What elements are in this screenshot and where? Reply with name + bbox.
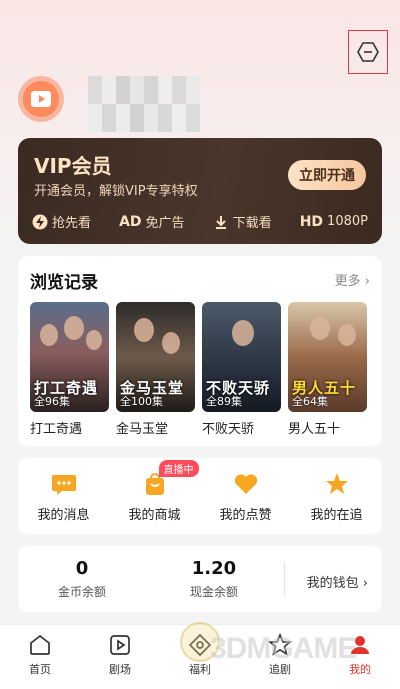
shortcut-label: 我的在追 <box>310 508 363 523</box>
perk-early-watch: 抢先看 <box>32 212 91 231</box>
perk-label: 免广告 <box>145 216 185 231</box>
shortcut-label: 我的商城 <box>128 508 181 523</box>
hexagon-settings-icon <box>357 42 379 62</box>
shortcuts-row: 我的消息 直播中 我的商城 我的点赞 我的在追 <box>18 460 382 523</box>
tab-home[interactable]: 首页 <box>10 633 70 689</box>
perk-label: 下载看 <box>232 216 272 231</box>
hd-tag-icon: HD <box>299 213 324 230</box>
coins-balance[interactable]: 0 金币余额 <box>22 558 142 600</box>
play-icon <box>110 635 130 655</box>
tab-label: 追剧 <box>269 663 291 676</box>
poster-image: 金马玉堂 全100集 <box>116 302 195 412</box>
history-item-name: 不败天骄 <box>202 422 255 437</box>
divider <box>284 562 285 596</box>
ad-tag-icon: AD <box>119 213 142 230</box>
tab-label: 首页 <box>29 663 51 676</box>
poster-image: 打工奇遇 全96集 <box>30 302 109 412</box>
tab-mine[interactable]: 我的 <box>330 633 390 689</box>
shortcut-following[interactable]: 我的在追 <box>297 470 377 523</box>
vip-title: VIP会员 <box>34 154 112 178</box>
live-badge: 直播中 <box>158 460 199 477</box>
watermark-logo <box>180 622 220 662</box>
settings-button[interactable] <box>348 30 388 74</box>
vip-subtitle: 开通会员，解锁VIP专享特权 <box>34 184 198 199</box>
tab-theater[interactable]: 剧场 <box>90 633 150 689</box>
cash-label: 现金余额 <box>189 585 238 599</box>
username-pixelated <box>88 76 200 132</box>
home-icon <box>30 634 50 655</box>
star-icon <box>325 473 348 494</box>
shortcut-likes[interactable]: 我的点赞 <box>206 470 286 523</box>
more-label: 更多 <box>334 274 361 289</box>
perk-no-ads: AD 免广告 <box>119 212 185 232</box>
episode-count: 全89集 <box>206 395 242 408</box>
history-card: 浏览记录 更多 › 打工奇遇 全96集 打工奇遇 金马玉堂 全100集 金马玉堂 <box>18 256 382 446</box>
vip-card[interactable]: VIP会员 开通会员，解锁VIP专享特权 立即开通 抢先看 AD 免广告 下载看… <box>18 138 382 244</box>
history-item[interactable]: 不败天骄 全89集 不败天骄 <box>202 302 281 437</box>
wallet-card: 0 金币余额 1.20 现金余额 我的钱包 › <box>18 546 382 612</box>
history-item[interactable]: 金马玉堂 全100集 金马玉堂 <box>116 302 195 437</box>
cash-value: 1.20 <box>191 558 237 579</box>
history-item-name: 男人五十 <box>288 422 341 437</box>
chevron-right-icon: › <box>362 576 368 591</box>
poster-image: 男人五十 全64集 <box>288 302 367 412</box>
my-wallet-link[interactable]: 我的钱包 › <box>307 572 368 591</box>
history-item[interactable]: 男人五十 全64集 男人五十 <box>288 302 367 437</box>
history-more-link[interactable]: 更多 › <box>335 270 370 289</box>
shortcut-label: 我的点赞 <box>219 508 272 523</box>
episode-count: 全100集 <box>120 395 163 408</box>
message-icon <box>51 475 76 495</box>
history-list: 打工奇遇 全96集 打工奇遇 金马玉堂 全100集 金马玉堂 不败天骄 全89集… <box>30 302 367 437</box>
episode-count: 全64集 <box>292 395 328 408</box>
perk-label: 抢先看 <box>52 216 92 231</box>
episode-count: 全96集 <box>34 395 70 408</box>
history-item-name: 打工奇遇 <box>30 422 83 437</box>
perk-download: 下载看 <box>213 212 272 231</box>
coins-label: 金币余额 <box>57 585 106 599</box>
avatar[interactable] <box>18 76 64 122</box>
tab-label: 福利 <box>189 663 211 676</box>
poster-image: 不败天骄 全89集 <box>202 302 281 412</box>
shortcut-label: 我的消息 <box>37 508 90 523</box>
cash-balance[interactable]: 1.20 现金余额 <box>154 558 274 600</box>
perk-hd: HD 1080P <box>300 212 368 231</box>
profile-icon <box>351 636 369 654</box>
chevron-right-icon: › <box>364 274 370 289</box>
history-item[interactable]: 打工奇遇 全96集 打工奇遇 <box>30 302 109 437</box>
play-logo-icon <box>31 91 51 107</box>
shortcuts-card: 我的消息 直播中 我的商城 我的点赞 我的在追 <box>18 458 382 534</box>
lightning-icon <box>32 214 48 229</box>
download-icon <box>215 215 226 229</box>
shortcut-mall[interactable]: 直播中 我的商城 <box>115 460 199 523</box>
perk-label: 1080P <box>327 214 368 229</box>
coins-value: 0 <box>75 558 89 579</box>
history-item-name: 金马玉堂 <box>116 422 169 437</box>
vip-perks: 抢先看 AD 免广告 下载看 HD 1080P <box>32 212 368 231</box>
star-icon <box>268 633 292 656</box>
tab-label: 我的 <box>349 663 371 676</box>
tab-label: 剧场 <box>109 663 131 676</box>
shortcut-messages[interactable]: 我的消息 <box>24 470 104 523</box>
heart-icon <box>234 474 257 494</box>
tab-follow[interactable]: 追剧 <box>250 633 310 689</box>
user-profile[interactable] <box>18 76 318 136</box>
wallet-link-label: 我的钱包 <box>306 576 359 591</box>
vip-open-button[interactable]: 立即开通 <box>288 160 366 190</box>
history-title: 浏览记录 <box>30 273 98 293</box>
